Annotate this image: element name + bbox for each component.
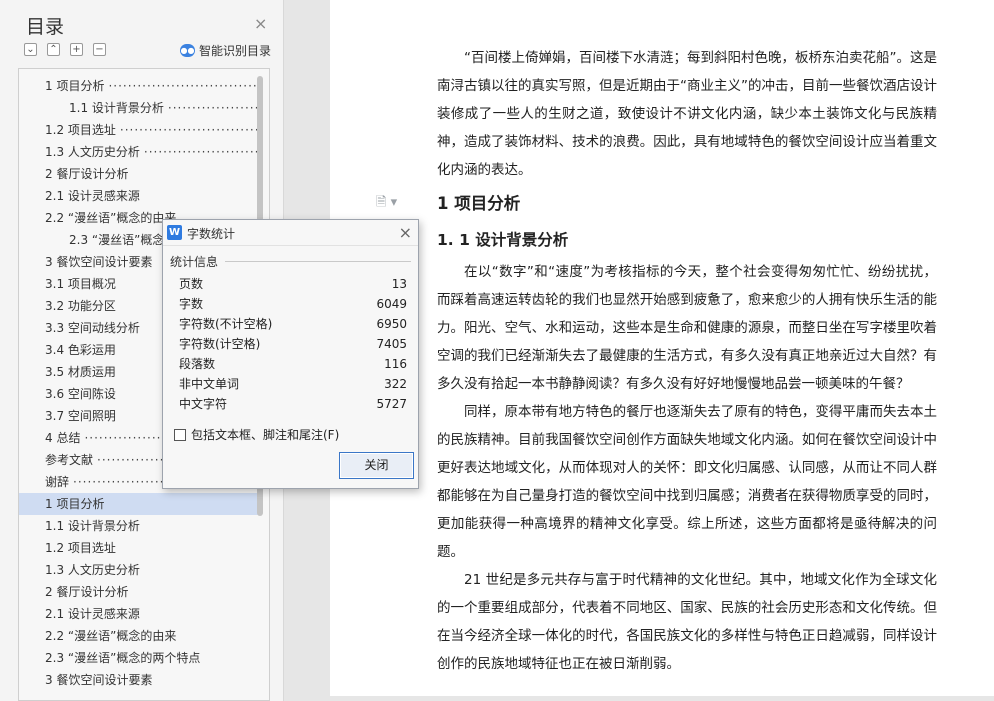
stat-row: 非中文单词 322 (179, 374, 407, 394)
toc-item-label: 1.2 项目选址 (45, 541, 116, 555)
toc-item-label: 2.1 设计灵感来源 (45, 189, 140, 203)
toc-item-label: 2 餐厅设计分析 (45, 585, 129, 599)
stat-label: 字符数(不计空格) (179, 317, 273, 331)
toc-item-label: 3.5 材质运用 (45, 365, 116, 379)
bottom-strip (330, 696, 994, 701)
document-body: “百间楼上倚婵娟，百间楼下水清涟；每到斜阳村色晚，板桥东泊卖花船”。这是南浔古镇… (437, 44, 937, 678)
stat-label: 字符数(计空格) (179, 337, 261, 351)
toc-leader-dots: ························· (167, 101, 259, 115)
toc-item-label: 2.2 “漫丝语”概念的由来 (45, 211, 177, 225)
intro-paragraph: “百间楼上倚婵娟，百间楼下水清涟；每到斜阳村色晚，板桥东泊卖花船”。这是南浔古镇… (437, 50, 937, 178)
toc-item-label: 1.1 设计背景分析 (69, 101, 164, 115)
toc-leader-dots: ························· (143, 145, 259, 159)
document-page: “百间楼上倚婵娟，百间楼下水清涟；每到斜阳村色晚，板桥东泊卖花船”。这是南浔古镇… (330, 0, 994, 696)
smart-toc-button[interactable]: ●● 智能识别目录 (180, 42, 271, 59)
toc-item[interactable]: 2.1 设计灵感来源 (19, 603, 259, 625)
stat-label: 非中文单词 (179, 377, 240, 391)
toc-toolbar: ⌄ ⌃ + − (24, 43, 106, 56)
toc-item-label: 2.2 “漫丝语”概念的由来 (45, 629, 177, 643)
toc-item-label: 3.7 空间照明 (45, 409, 116, 423)
toc-item-label: 1 项目分析 (45, 79, 105, 93)
toc-item[interactable]: 2.1 设计灵感来源 (19, 185, 259, 207)
smart-toc-label: 智能识别目录 (199, 44, 272, 58)
stat-label: 中文字符 (179, 397, 228, 411)
stat-value: 322 (384, 377, 407, 391)
toc-item-label: 参考文献 (45, 453, 94, 467)
stats-group-label: 统计信息 (170, 255, 219, 269)
close-button[interactable]: 关闭 (339, 452, 414, 479)
body-paragraph-3: 21 世纪是多元共存与富于时代精神的文化世纪。其中，地域文化作为全球文化的一个重… (437, 572, 937, 672)
toc-item-label: 1.1 设计背景分析 (45, 519, 140, 533)
collapse-all-icon[interactable]: ⌄ (24, 43, 37, 56)
sidebar-title: 目录 (26, 16, 65, 38)
toc-leader-dots: ······································· (119, 123, 259, 137)
stat-row: 中文字符 5727 (179, 394, 407, 414)
stat-value: 5727 (376, 397, 407, 411)
toc-item[interactable]: 2 餐厅设计分析 (19, 163, 259, 185)
toc-item[interactable]: 1 项目分析 ································ (19, 75, 259, 97)
body-paragraph-1: 在以“数字”和“速度”为考核指标的今天，整个社会变得匆匆忙忙、纷纷扰扰，而踩着高… (437, 264, 937, 392)
toc-item-label: 3.3 空间动线分析 (45, 321, 140, 335)
stat-value: 116 (384, 357, 407, 371)
toc-item-label: 3.2 功能分区 (45, 299, 116, 313)
toc-item-label: 2.1 设计灵感来源 (45, 607, 140, 621)
toc-item-label: 1 项目分析 (45, 497, 105, 511)
add-heading-icon[interactable]: + (70, 43, 83, 56)
stat-value: 6049 (376, 297, 407, 311)
stat-value: 6950 (376, 317, 407, 331)
toc-item-label: 3 餐饮空间设计要素 (45, 255, 153, 269)
toc-item-label: 1.3 人文历史分析 (45, 563, 140, 577)
expand-all-icon[interactable]: ⌃ (47, 43, 60, 56)
toc-item[interactable]: 1.2 项目选址 (19, 537, 259, 559)
word-count-dialog: W 字数统计 × 统计信息 页数 13 字数 6049 字符数(不计空格) 6950 字符数… (162, 219, 419, 489)
stat-row: 字符数(不计空格) 6950 (179, 314, 407, 334)
stat-row: 字符数(计空格) 7405 (179, 334, 407, 354)
toc-item-label: 3.6 空间陈设 (45, 387, 116, 401)
toc-item-label: 3 餐饮空间设计要素 (45, 673, 153, 687)
body-paragraph-2: 同样，原本带有地方特色的餐厅也逐渐失去了原有的特色，变得平庸而失去本土的民族精神… (437, 404, 937, 560)
dialog-close-icon[interactable]: × (399, 223, 412, 242)
toc-item[interactable]: 2.3 “漫丝语”概念的两个特点 (19, 647, 259, 669)
group-divider (225, 261, 411, 262)
stat-label: 段落数 (179, 357, 216, 371)
toc-item[interactable]: 1 项目分析 (19, 493, 259, 515)
dialog-title: 字数统计 (187, 227, 236, 241)
remove-heading-icon[interactable]: − (93, 43, 106, 56)
heading-1: 1 项目分析 (437, 194, 521, 213)
heading-1-1: 1. 1 设计背景分析 (437, 231, 569, 249)
stat-label: 页数 (179, 277, 204, 291)
toc-item[interactable]: 1.1 设计背景分析························· (19, 97, 259, 119)
toc-item[interactable]: 3 餐饮空间设计要素 (19, 669, 259, 691)
toc-item-label: 2.3 “漫丝语”概念的两个特点 (45, 651, 201, 665)
toc-item[interactable]: 1.1 设计背景分析 (19, 515, 259, 537)
toc-item[interactable]: 1.2 项目选址································… (19, 119, 259, 141)
toc-item[interactable]: 1.3 人文历史分析 ························· (19, 141, 259, 163)
toc-item-label: 4 总结 (45, 431, 81, 445)
toc-item[interactable]: 2 餐厅设计分析 (19, 581, 259, 603)
checkbox-label: 包括文本框、脚注和尾注(F) (191, 428, 340, 442)
stat-row: 页数 13 (179, 274, 407, 294)
stat-value: 7405 (376, 337, 407, 351)
smart-robot-icon: ●● (180, 44, 195, 57)
toc-item-label: 1.3 人文历史分析 (45, 145, 140, 159)
include-textbox-checkbox[interactable]: 包括文本框、脚注和尾注(F) (174, 426, 339, 443)
dialog-titlebar[interactable]: W 字数统计 × (163, 220, 418, 246)
stat-label: 字数 (179, 297, 204, 311)
stat-row: 字数 6049 (179, 294, 407, 314)
toc-item-label: 3.1 项目概况 (45, 277, 116, 291)
toc-item-label: 2 餐厅设计分析 (45, 167, 129, 181)
checkbox-box[interactable] (174, 428, 186, 441)
stats-list: 页数 13 字数 6049 字符数(不计空格) 6950 字符数(计空格) 7405 段落数 11… (179, 274, 407, 414)
wps-writer-icon: W (167, 225, 182, 240)
stat-row: 段落数 116 (179, 354, 407, 374)
toc-item-label: 1.2 项目选址 (45, 123, 116, 137)
toc-item[interactable]: 2.2 “漫丝语”概念的由来 (19, 625, 259, 647)
sidebar-close-icon[interactable]: × (254, 14, 267, 33)
toc-item-label: 谢辞 (45, 475, 70, 489)
toc-leader-dots: ································ (108, 79, 259, 93)
stat-value: 13 (391, 277, 407, 291)
toc-item[interactable]: 1.3 人文历史分析 (19, 559, 259, 581)
paragraph-options-icon[interactable]: 🗎 ▾ (376, 193, 397, 215)
toc-item-label: 3.4 色彩运用 (45, 343, 116, 357)
